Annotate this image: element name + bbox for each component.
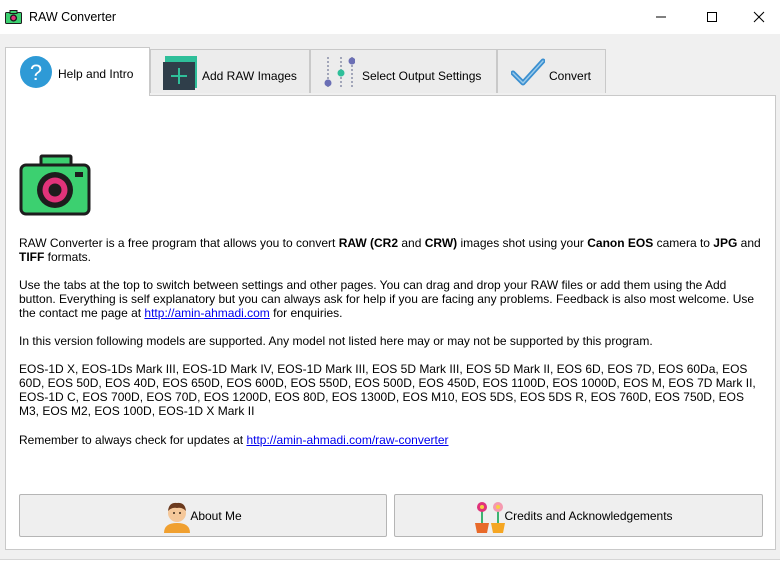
tab-label: Help and Intro — [58, 67, 134, 81]
intro-bold-canon: Canon EOS — [587, 236, 654, 250]
usage-text-end: for enquiries. — [269, 306, 343, 320]
intro-paragraph: RAW Converter is a free program that all… — [19, 236, 764, 264]
usage-text: Use the tabs at the top to switch betwee… — [19, 278, 755, 320]
tab-label: Convert — [549, 69, 592, 83]
window-title: RAW Converter — [29, 10, 117, 24]
help-panel: RAW Converter is a free program that all… — [5, 95, 776, 550]
about-me-label: About Me — [190, 508, 242, 523]
intro-text: and — [737, 236, 761, 250]
tab-select-output-settings[interactable]: Select Output Settings — [310, 49, 497, 93]
intro-bold-raw: RAW (CR2 — [338, 236, 399, 250]
credits-label: Credits and Acknowledgements — [504, 508, 673, 523]
tab-convert[interactable]: Convert — [497, 49, 606, 93]
tab-label: Select Output Settings — [362, 69, 482, 83]
about-me-button[interactable]: About Me — [19, 494, 387, 537]
close-button[interactable] — [736, 0, 780, 34]
checkmark-icon — [511, 58, 545, 86]
camera-icon — [19, 154, 91, 216]
tab-help-and-intro[interactable]: ? Help and Intro — [5, 47, 150, 96]
intro-text: RAW Converter is a free program that all… — [19, 236, 339, 250]
minimize-button[interactable] — [638, 0, 684, 34]
tab-label: Add RAW Images — [202, 69, 297, 83]
intro-text: and — [398, 236, 425, 250]
settings-sliders-icon — [324, 57, 355, 87]
add-icon — [163, 56, 197, 90]
maximize-icon — [707, 12, 717, 22]
supported-models-list: EOS-1D X, EOS-1Ds Mark III, EOS-1D Mark … — [19, 362, 756, 418]
updates-paragraph: Remember to always check for updates at … — [19, 433, 764, 447]
minimize-icon — [656, 16, 666, 18]
camera-icon — [5, 10, 22, 24]
intro-bold-tiff: TIFF — [19, 250, 45, 264]
window-bottom-edge — [0, 559, 780, 564]
supported-models-intro: In this version following models are sup… — [19, 334, 653, 348]
usage-paragraph: Use the tabs at the top to switch betwee… — [19, 278, 764, 320]
person-avatar-icon — [164, 502, 190, 533]
title-bar: RAW Converter — [0, 0, 780, 34]
intro-text: formats. — [44, 250, 92, 264]
updates-link[interactable]: http://amin-ahmadi.com/raw-converter — [246, 433, 448, 447]
help-icon: ? — [20, 56, 52, 88]
close-icon — [753, 11, 765, 23]
tab-add-raw-images[interactable]: Add RAW Images — [150, 49, 310, 93]
maximize-button[interactable] — [689, 0, 735, 34]
credits-button[interactable]: Credits and Acknowledgements — [394, 494, 763, 537]
svg-text:?: ? — [30, 60, 42, 85]
intro-bold-crw: CRW) — [424, 236, 458, 250]
intro-text: images shot using your — [457, 236, 588, 250]
intro-bold-jpg: JPG — [713, 236, 738, 250]
contact-link[interactable]: http://amin-ahmadi.com — [144, 306, 269, 320]
intro-text: camera to — [653, 236, 714, 250]
flower-pots-icon — [475, 502, 505, 533]
updates-text: Remember to always check for updates at — [19, 433, 247, 447]
